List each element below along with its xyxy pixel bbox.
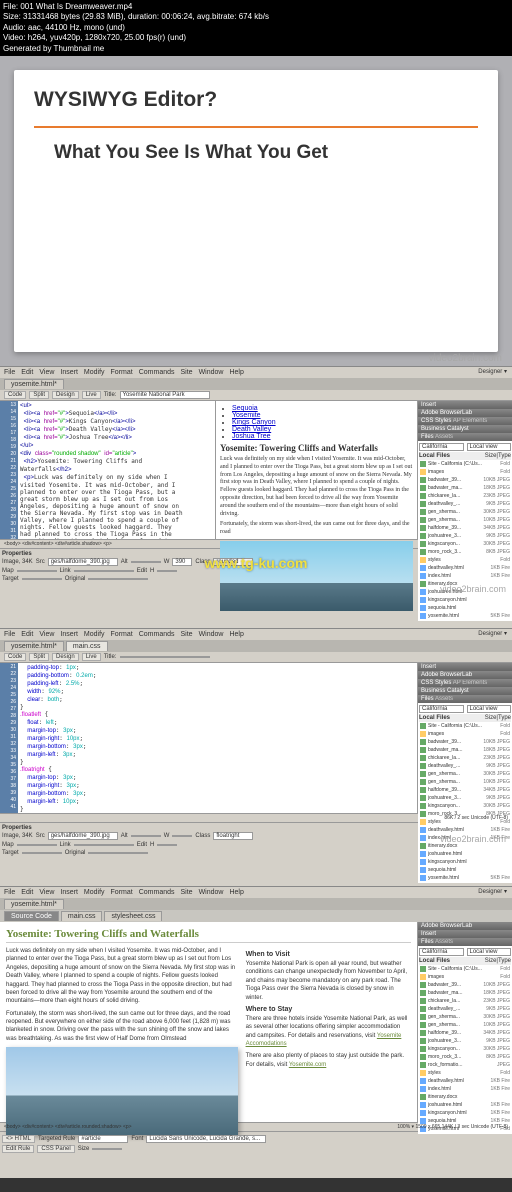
article-p1: Luck was definitely on my side when I vi… — [6, 947, 238, 1006]
title-label: Title: — [104, 392, 117, 398]
where-heading: Where to Stay — [246, 1006, 411, 1013]
prop-image: Image, 34K — [2, 559, 33, 565]
code-editor[interactable]: <ul> <li><a href="#">Sequoia</a></li> <l… — [18, 401, 215, 539]
side-panels: Insert Adobe BrowserLab CSS Styles AP El… — [417, 663, 512, 813]
file-tree[interactable]: Site - California (C:\Us...FoldimagesFol… — [419, 965, 511, 1133]
side-panels: Insert Adobe BrowserLab CSS Styles AP El… — [417, 401, 512, 539]
slide-title: WYSIWYG Editor? — [34, 88, 478, 112]
brand-label: video2brain.com — [429, 353, 502, 364]
workspace-switcher[interactable]: Designer ▾ — [475, 629, 510, 638]
view-toolbar: Code Split Design Live Title: Yosemite N… — [0, 390, 512, 401]
meta-size: Size: 31331468 bytes (29.83 MiB), durati… — [3, 12, 509, 22]
meta-file: File: 001 What Is Dreamweaver.mp4 — [3, 2, 509, 12]
title-input[interactable] — [120, 656, 210, 658]
article-heading: Yosemite: Towering Cliffs and Waterfalls — [6, 928, 411, 943]
meta-video: Video: h264, yuv420p, 1280x720, 25.00 fp… — [3, 33, 509, 43]
subtab-maincss[interactable]: main.css — [61, 911, 103, 921]
prop-link[interactable] — [74, 570, 134, 572]
design-view[interactable]: Yosemite: Towering Cliffs and Waterfalls… — [0, 922, 417, 1122]
article-p2: Fortunately, the storm was short-lived, … — [220, 521, 413, 537]
browserlab-panel[interactable]: Adobe BrowserLab — [418, 409, 512, 417]
tag-crumbs[interactable]: <body> <div#content> <div#article.rounde… — [4, 1124, 132, 1130]
dreamweaver-window-3: FileEditViewInsertModifyFormatCommandsSi… — [0, 886, 512, 1178]
article-p2: Fortunately, the storm was short-lived, … — [6, 1010, 238, 1044]
prop-h[interactable] — [157, 570, 177, 572]
tab-maincss[interactable]: main.css — [66, 641, 108, 651]
menu-help[interactable]: Help — [229, 369, 243, 376]
when-heading: When to Visit — [246, 951, 411, 958]
subtab-source[interactable]: Source Code — [4, 911, 59, 921]
css-panel: CSS Styles AP Elements — [418, 417, 512, 425]
files-panel: Files Assets — [418, 433, 512, 441]
nav-deathvalley[interactable]: Death Valley — [232, 426, 271, 433]
menu-view[interactable]: View — [39, 369, 54, 376]
prop-map[interactable] — [17, 570, 57, 572]
live-preview[interactable]: Sequoia Yosemite Kings Canyon Death Vall… — [215, 401, 417, 539]
watermark: www.tg-ku.com — [205, 555, 308, 571]
prop-original[interactable] — [88, 578, 148, 580]
edit-rule-btn[interactable]: Edit Rule — [2, 1145, 34, 1153]
insert-panel[interactable]: Insert — [418, 401, 512, 409]
slide-text: What You See Is What You Get — [54, 142, 478, 164]
html-mode[interactable]: <> HTML — [2, 1135, 35, 1143]
line-gutter: 2122232425262728293031323334353637383940… — [0, 663, 18, 813]
nav-joshuatree[interactable]: Joshua Tree — [232, 433, 271, 440]
slide-divider — [34, 126, 478, 128]
subtab-stylesheet[interactable]: stylesheet.css — [104, 911, 162, 921]
site-select[interactable]: California — [419, 443, 464, 451]
tab-yosemite[interactable]: yosemite.html* — [4, 641, 64, 651]
prop-w[interactable]: 390 — [172, 558, 192, 566]
dreamweaver-window-2: FileEditViewInsertModifyFormatCommandsSi… — [0, 628, 512, 886]
slide-card: WYSIWYG Editor? What You See Is What You… — [14, 70, 498, 352]
meta-audio: Audio: aac, 44100 Hz, mono (und) — [3, 23, 509, 33]
nav-sequoia[interactable]: Sequoia — [232, 405, 258, 412]
yosemite-link[interactable]: Yosemite.com — [289, 1062, 326, 1068]
where-p2: There are also plenty of places to stay … — [246, 1052, 411, 1069]
css-editor[interactable]: padding-top: 1px; padding-bottom: 0.2em;… — [18, 663, 417, 813]
prop-src[interactable]: ges/halfdome_390.jpg — [48, 558, 118, 566]
nav-yosemite[interactable]: Yosemite — [232, 412, 261, 419]
file-tree[interactable]: Site - California (C:\Us...FoldimagesFol… — [419, 460, 511, 620]
title-input[interactable]: Yosemite National Park — [120, 391, 210, 399]
view-split[interactable]: Split — [29, 391, 49, 399]
view-live[interactable]: Live — [82, 391, 101, 399]
bc-panel[interactable]: Business Catalyst — [418, 425, 512, 433]
view-select[interactable]: Local view — [467, 443, 512, 451]
view-code[interactable]: Code — [4, 391, 26, 399]
menu-file[interactable]: File — [4, 369, 15, 376]
article-heading: Yosemite: Towering Cliffs and Waterfalls — [220, 443, 413, 453]
workspace-switcher[interactable]: Designer ▾ — [475, 367, 510, 376]
menu-format[interactable]: Format — [111, 369, 133, 376]
css-panel-btn[interactable]: CSS Panel — [37, 1145, 74, 1153]
menu-modify[interactable]: Modify — [84, 369, 105, 376]
file-tree[interactable]: Site - California (C:\Us...FoldimagesFol… — [419, 722, 511, 882]
brand-label: video2brain.com — [440, 834, 506, 844]
side-panels: Adobe BrowserLab Insert Files Assets Cal… — [417, 922, 512, 1122]
menu-edit[interactable]: Edit — [21, 369, 33, 376]
article-p1: Luck was definitely on my side when I vi… — [220, 456, 413, 518]
presentation-slide: WYSIWYG Editor? What You See Is What You… — [0, 56, 512, 366]
view-design[interactable]: Design — [52, 391, 79, 399]
menu-site[interactable]: Site — [181, 369, 193, 376]
brand-label: video2brain.com — [440, 584, 506, 594]
dreamweaver-window-1: File Edit View Insert Modify Format Comm… — [0, 366, 512, 628]
document-tabs: yosemite.html* — [0, 378, 512, 390]
prop-alt[interactable] — [131, 561, 161, 563]
meta-gen: Generated by Thumbnail me — [3, 44, 509, 54]
menubar: File Edit View Insert Modify Format Comm… — [0, 367, 512, 378]
menu-insert[interactable]: Insert — [60, 369, 78, 376]
halfdome-image — [220, 541, 413, 611]
menu-window[interactable]: Window — [199, 369, 224, 376]
prop-target[interactable] — [22, 578, 62, 580]
nav-kingscanyon[interactable]: Kings Canyon — [232, 419, 276, 426]
line-gutter: 1314151617181920212223242526272829303132 — [0, 401, 18, 539]
where-p1: There are three hotels inside Yosemite N… — [246, 1015, 411, 1049]
halfdome-image — [6, 1047, 238, 1135]
video-metadata: File: 001 What Is Dreamweaver.mp4 Size: … — [0, 0, 512, 56]
when-p: Yosemite National Park is open all year … — [246, 960, 411, 1002]
tab-yosemite[interactable]: yosemite.html* — [4, 379, 64, 389]
menubar: FileEditViewInsertModifyFormatCommandsSi… — [0, 629, 512, 640]
menu-commands[interactable]: Commands — [139, 369, 175, 376]
